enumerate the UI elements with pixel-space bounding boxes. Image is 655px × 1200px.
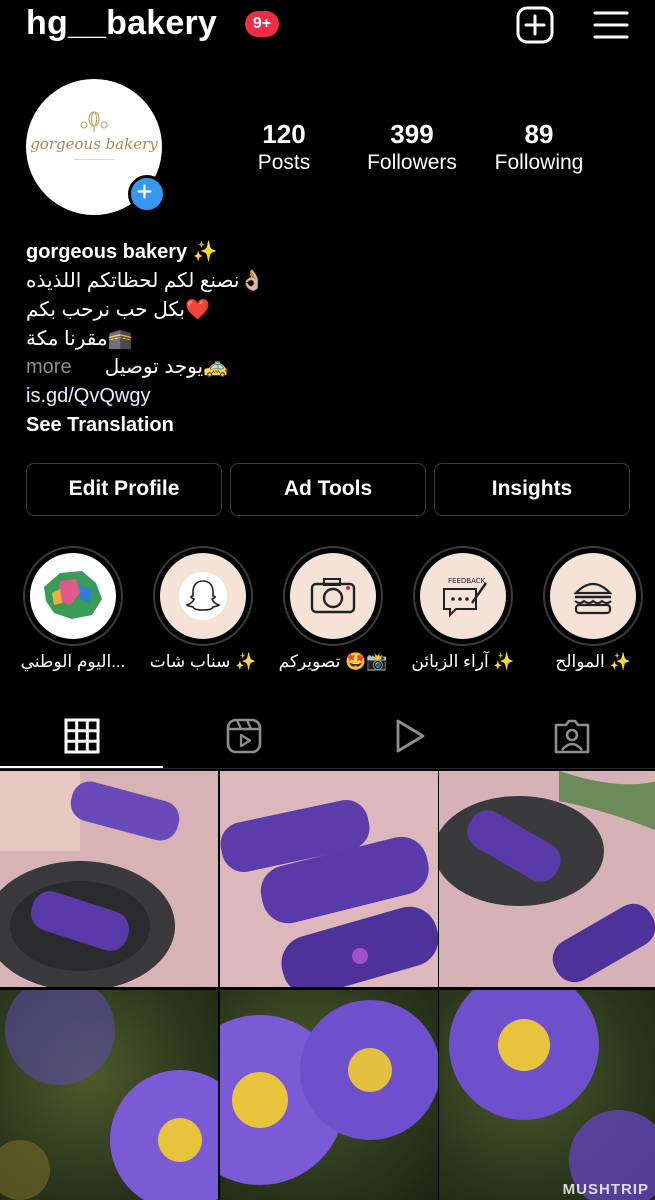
video-icon[interactable] xyxy=(390,717,428,755)
highlight-snapchat[interactable] xyxy=(153,546,253,646)
post-thumbnail[interactable] xyxy=(220,771,438,987)
add-story-icon[interactable] xyxy=(128,175,166,213)
menu-icon[interactable] xyxy=(593,9,629,41)
insights-button[interactable]: Insights xyxy=(434,463,630,516)
bio-website-link[interactable]: is.gd/QvQwgy xyxy=(26,382,150,410)
stat-label: Following xyxy=(494,151,584,174)
logo-whisk-icon xyxy=(80,111,108,132)
stat-value: 89 xyxy=(524,119,554,149)
pastry-image xyxy=(439,771,655,987)
svg-text:FEEDBACK: FEEDBACK xyxy=(448,577,486,585)
bio-line-with-more: more يوجد توصيل🚕 xyxy=(26,353,228,381)
stat-label: Followers xyxy=(367,151,457,174)
pastry-image xyxy=(220,771,438,987)
burger-icon xyxy=(573,582,613,615)
pastry-image xyxy=(0,771,218,987)
bio-line: يوجد توصيل🚕 xyxy=(104,356,228,378)
flower-image xyxy=(220,1000,438,1185)
bio-more-link[interactable]: more xyxy=(26,356,72,378)
highlight-label: الموالح ✨ xyxy=(555,652,631,671)
post-thumbnail[interactable]: MUSHTRIP xyxy=(439,990,655,1200)
post-thumbnail[interactable] xyxy=(439,771,655,987)
stat-label: Posts xyxy=(257,151,311,174)
reels-icon[interactable] xyxy=(225,717,263,755)
grid-icon[interactable] xyxy=(63,717,101,755)
camera-icon xyxy=(310,578,356,614)
post-thumbnail[interactable] xyxy=(0,990,218,1200)
stat-posts[interactable]: 120 Posts xyxy=(236,118,332,176)
highlight-photos[interactable] xyxy=(283,546,383,646)
saudi-map-icon xyxy=(44,571,102,619)
bio-line: بكل حب نرحب بكم❤️ xyxy=(26,299,210,321)
bio-display-name: gorgeous bakery ✨ xyxy=(26,241,218,263)
highlight-label: سناب شات ✨ xyxy=(149,652,257,671)
highlight-label: آراء الزبائن ✨ xyxy=(411,652,515,671)
tagged-icon[interactable] xyxy=(553,717,591,755)
highlight-label: تصويركم 🤩📸 xyxy=(278,652,388,671)
profile-username[interactable]: hg__bakery xyxy=(26,4,217,43)
logo-subtext: ——————— xyxy=(73,157,115,163)
see-translation-link[interactable]: See Translation xyxy=(26,411,174,439)
highlight-national-day[interactable] xyxy=(23,546,123,646)
highlight-label: اليوم الوطني... xyxy=(20,652,126,671)
new-post-icon[interactable] xyxy=(516,6,554,44)
tab-divider xyxy=(0,768,655,769)
highlight-savory[interactable] xyxy=(543,546,643,646)
highlight-customer-reviews[interactable]: FEEDBACK xyxy=(413,546,513,646)
stat-value: 399 xyxy=(390,119,434,149)
flower-image xyxy=(449,990,655,1200)
edit-profile-button[interactable]: Edit Profile xyxy=(26,463,222,516)
snapchat-icon xyxy=(179,572,227,620)
bio-line: نصنع لكم لحظاتكم اللذيذه👌🏼 xyxy=(26,270,265,292)
watermark-text: MUSHTRIP xyxy=(562,1181,649,1198)
notification-badge[interactable]: 9+ xyxy=(245,11,279,37)
feedback-icon: FEEDBACK xyxy=(443,577,487,618)
stat-value: 120 xyxy=(262,119,306,149)
stat-following[interactable]: 89 Following xyxy=(480,118,598,176)
flower-image xyxy=(0,990,218,1200)
post-thumbnail[interactable] xyxy=(220,990,438,1200)
logo-text: gorgeous bakery xyxy=(30,135,158,153)
bio-line: مقرنا مكة🕋 xyxy=(26,328,133,350)
ad-tools-button[interactable]: Ad Tools xyxy=(230,463,426,516)
stat-followers[interactable]: 399 Followers xyxy=(352,118,472,176)
active-tab-indicator xyxy=(0,766,163,768)
post-thumbnail[interactable] xyxy=(0,771,218,987)
